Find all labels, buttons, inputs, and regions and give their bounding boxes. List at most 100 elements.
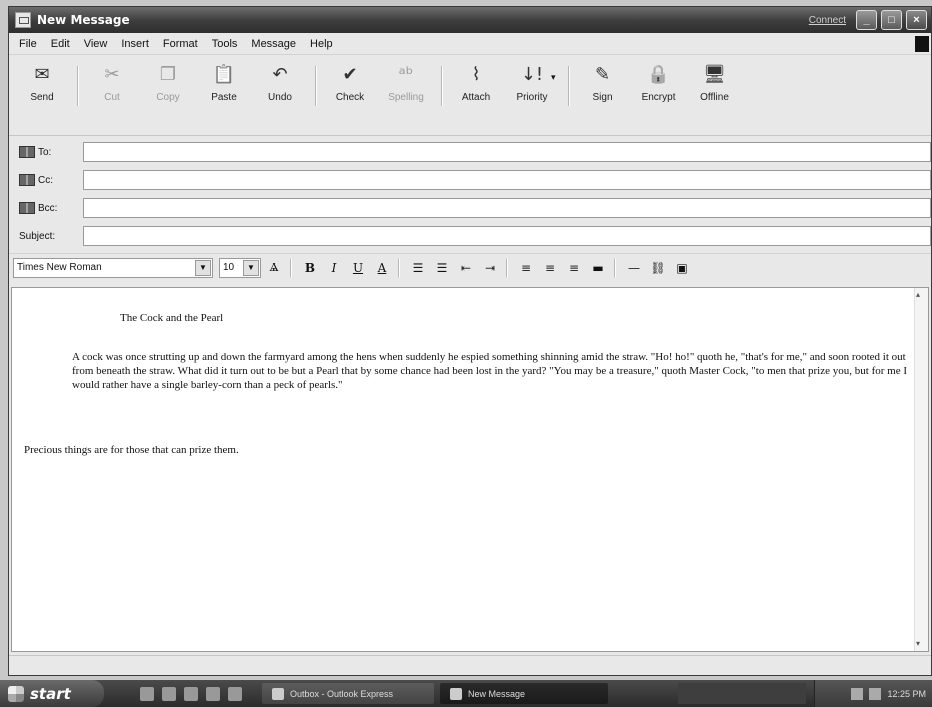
- menu-format[interactable]: Format: [163, 38, 198, 50]
- undo-button[interactable]: ↶ Undo: [255, 62, 305, 104]
- decrease-indent-icon[interactable]: ⇤: [455, 258, 477, 278]
- increase-indent-icon[interactable]: ⇥: [479, 258, 501, 278]
- encrypt-button[interactable]: 🔒 Encrypt: [634, 62, 684, 104]
- priority-dropdown-arrow-icon[interactable]: ▾: [551, 72, 556, 83]
- start-label: start: [30, 684, 71, 703]
- cc-field[interactable]: [83, 170, 931, 190]
- menu-help[interactable]: Help: [310, 38, 333, 50]
- subject-label-wrap: Subject:: [9, 231, 83, 242]
- quick-launch-icon[interactable]: [140, 686, 154, 701]
- menu-tools[interactable]: Tools: [212, 38, 238, 50]
- menu-file[interactable]: File: [19, 38, 37, 50]
- bold-icon[interactable]: B: [299, 258, 321, 278]
- spelling-label: Spelling: [388, 92, 424, 103]
- windows-flag-icon: [915, 35, 929, 52]
- priority-icon: ↓!: [520, 63, 544, 85]
- paste-label: Paste: [211, 92, 237, 103]
- horizontal-line-icon[interactable]: —: [623, 258, 645, 278]
- scroll-down-icon[interactable]: ▾: [916, 639, 926, 649]
- align-right-icon[interactable]: ≡: [563, 258, 585, 278]
- priority-label: Priority: [516, 92, 548, 103]
- to-field[interactable]: [83, 142, 931, 162]
- font-size-value: 10: [223, 262, 235, 273]
- underline-icon[interactable]: U: [347, 258, 369, 278]
- taskbar-item-outbox[interactable]: Outbox - Outlook Express: [262, 683, 434, 704]
- message-paragraph: A cock was once strutting up and down th…: [72, 351, 907, 391]
- format-separator: [506, 258, 508, 277]
- sign-button[interactable]: ✎ Sign: [578, 62, 628, 104]
- hyperlink-icon[interactable]: ⛓: [647, 258, 669, 278]
- maximize-button[interactable]: □: [881, 10, 902, 30]
- spelling-button[interactable]: ᵃᵇ Spelling: [381, 62, 431, 104]
- quick-launch: [140, 686, 242, 701]
- quick-launch-icon[interactable]: [228, 686, 242, 701]
- cc-label-button[interactable]: Cc:: [9, 174, 83, 186]
- paste-button[interactable]: 📋 Paste: [199, 62, 249, 104]
- font-size-select[interactable]: 10 ▼: [219, 257, 261, 278]
- bcc-label: Bcc:: [38, 202, 58, 214]
- connect-link[interactable]: Connect: [809, 15, 846, 26]
- attach-button[interactable]: ⌇ Attach: [451, 62, 501, 104]
- quick-launch-icon[interactable]: [162, 686, 176, 701]
- bcc-row: Bcc:: [9, 197, 931, 219]
- to-row: To:: [9, 141, 931, 163]
- quick-launch-icon[interactable]: [206, 686, 220, 701]
- chevron-down-icon[interactable]: ▼: [243, 259, 259, 276]
- scissors-icon: ✂: [104, 63, 120, 85]
- undo-icon: ↶: [272, 63, 288, 85]
- message-moral: Precious things are for those that can p…: [24, 444, 239, 456]
- justify-icon[interactable]: ▬: [587, 258, 609, 278]
- align-left-icon[interactable]: ≡: [515, 258, 537, 278]
- windows-logo-icon: [8, 685, 24, 702]
- to-label-button[interactable]: To:: [9, 146, 83, 158]
- start-button[interactable]: start: [0, 680, 104, 707]
- subject-row: Subject:: [9, 225, 931, 247]
- sign-label: Sign: [592, 92, 613, 103]
- undo-label: Undo: [268, 92, 292, 103]
- quick-launch-icon[interactable]: [184, 686, 198, 701]
- numbered-list-icon[interactable]: ☰: [407, 258, 429, 278]
- title-bar[interactable]: New Message Connect _ □ ×: [9, 7, 931, 33]
- format-separator: [398, 258, 400, 277]
- paste-icon: 📋: [212, 63, 236, 85]
- bcc-field[interactable]: [83, 198, 931, 218]
- scroll-up-icon[interactable]: ▴: [916, 290, 926, 300]
- cc-row: Cc:: [9, 169, 931, 191]
- toolbar-separator: [77, 66, 79, 106]
- check-names-button[interactable]: ✔ Check: [325, 62, 375, 104]
- minimize-button[interactable]: _: [856, 10, 877, 30]
- subject-field[interactable]: [83, 226, 931, 246]
- priority-button[interactable]: ↓! Priority: [507, 62, 557, 104]
- insert-picture-icon[interactable]: ▣: [671, 258, 693, 278]
- menu-view[interactable]: View: [84, 38, 108, 50]
- title-bar-controls: Connect _ □ ×: [809, 10, 931, 30]
- cut-button[interactable]: ✂ Cut: [87, 62, 137, 104]
- font-name-select[interactable]: Times New Roman ▼: [13, 257, 213, 278]
- message-body-editor[interactable]: The Cock and the Pearl A cock was once s…: [11, 287, 929, 652]
- align-center-icon[interactable]: ≡: [539, 258, 561, 278]
- chevron-down-icon[interactable]: ▼: [195, 259, 211, 276]
- bulleted-list-icon[interactable]: ☰: [431, 258, 453, 278]
- vertical-scrollbar[interactable]: ▴ ▾: [914, 288, 928, 651]
- message-title: The Cock and the Pearl: [120, 312, 224, 324]
- check-label: Check: [335, 92, 365, 103]
- paragraph-style-icon[interactable]: Ⱑ: [263, 258, 285, 278]
- taskbar-item-new-message[interactable]: New Message: [440, 683, 608, 704]
- network-icon[interactable]: [851, 687, 864, 700]
- offline-button[interactable]: 🖥 Offline: [690, 62, 740, 104]
- italic-icon[interactable]: I: [323, 258, 345, 278]
- close-button[interactable]: ×: [906, 10, 927, 30]
- attach-label: Attach: [461, 92, 491, 103]
- copy-button[interactable]: ❐ Copy: [143, 62, 193, 104]
- menu-message[interactable]: Message: [251, 38, 296, 50]
- toolbar-separator: [567, 66, 570, 106]
- header-fields: To: Cc: Bcc: Subject:: [9, 137, 931, 247]
- clock[interactable]: 12:25 PM: [887, 689, 926, 699]
- font-color-icon[interactable]: A: [371, 258, 393, 278]
- bcc-label-button[interactable]: Bcc:: [9, 202, 83, 214]
- volume-icon[interactable]: [869, 687, 882, 700]
- status-bar: [9, 655, 931, 675]
- menu-edit[interactable]: Edit: [51, 38, 70, 50]
- menu-insert[interactable]: Insert: [121, 38, 149, 50]
- send-button[interactable]: ✉ Send: [17, 62, 67, 104]
